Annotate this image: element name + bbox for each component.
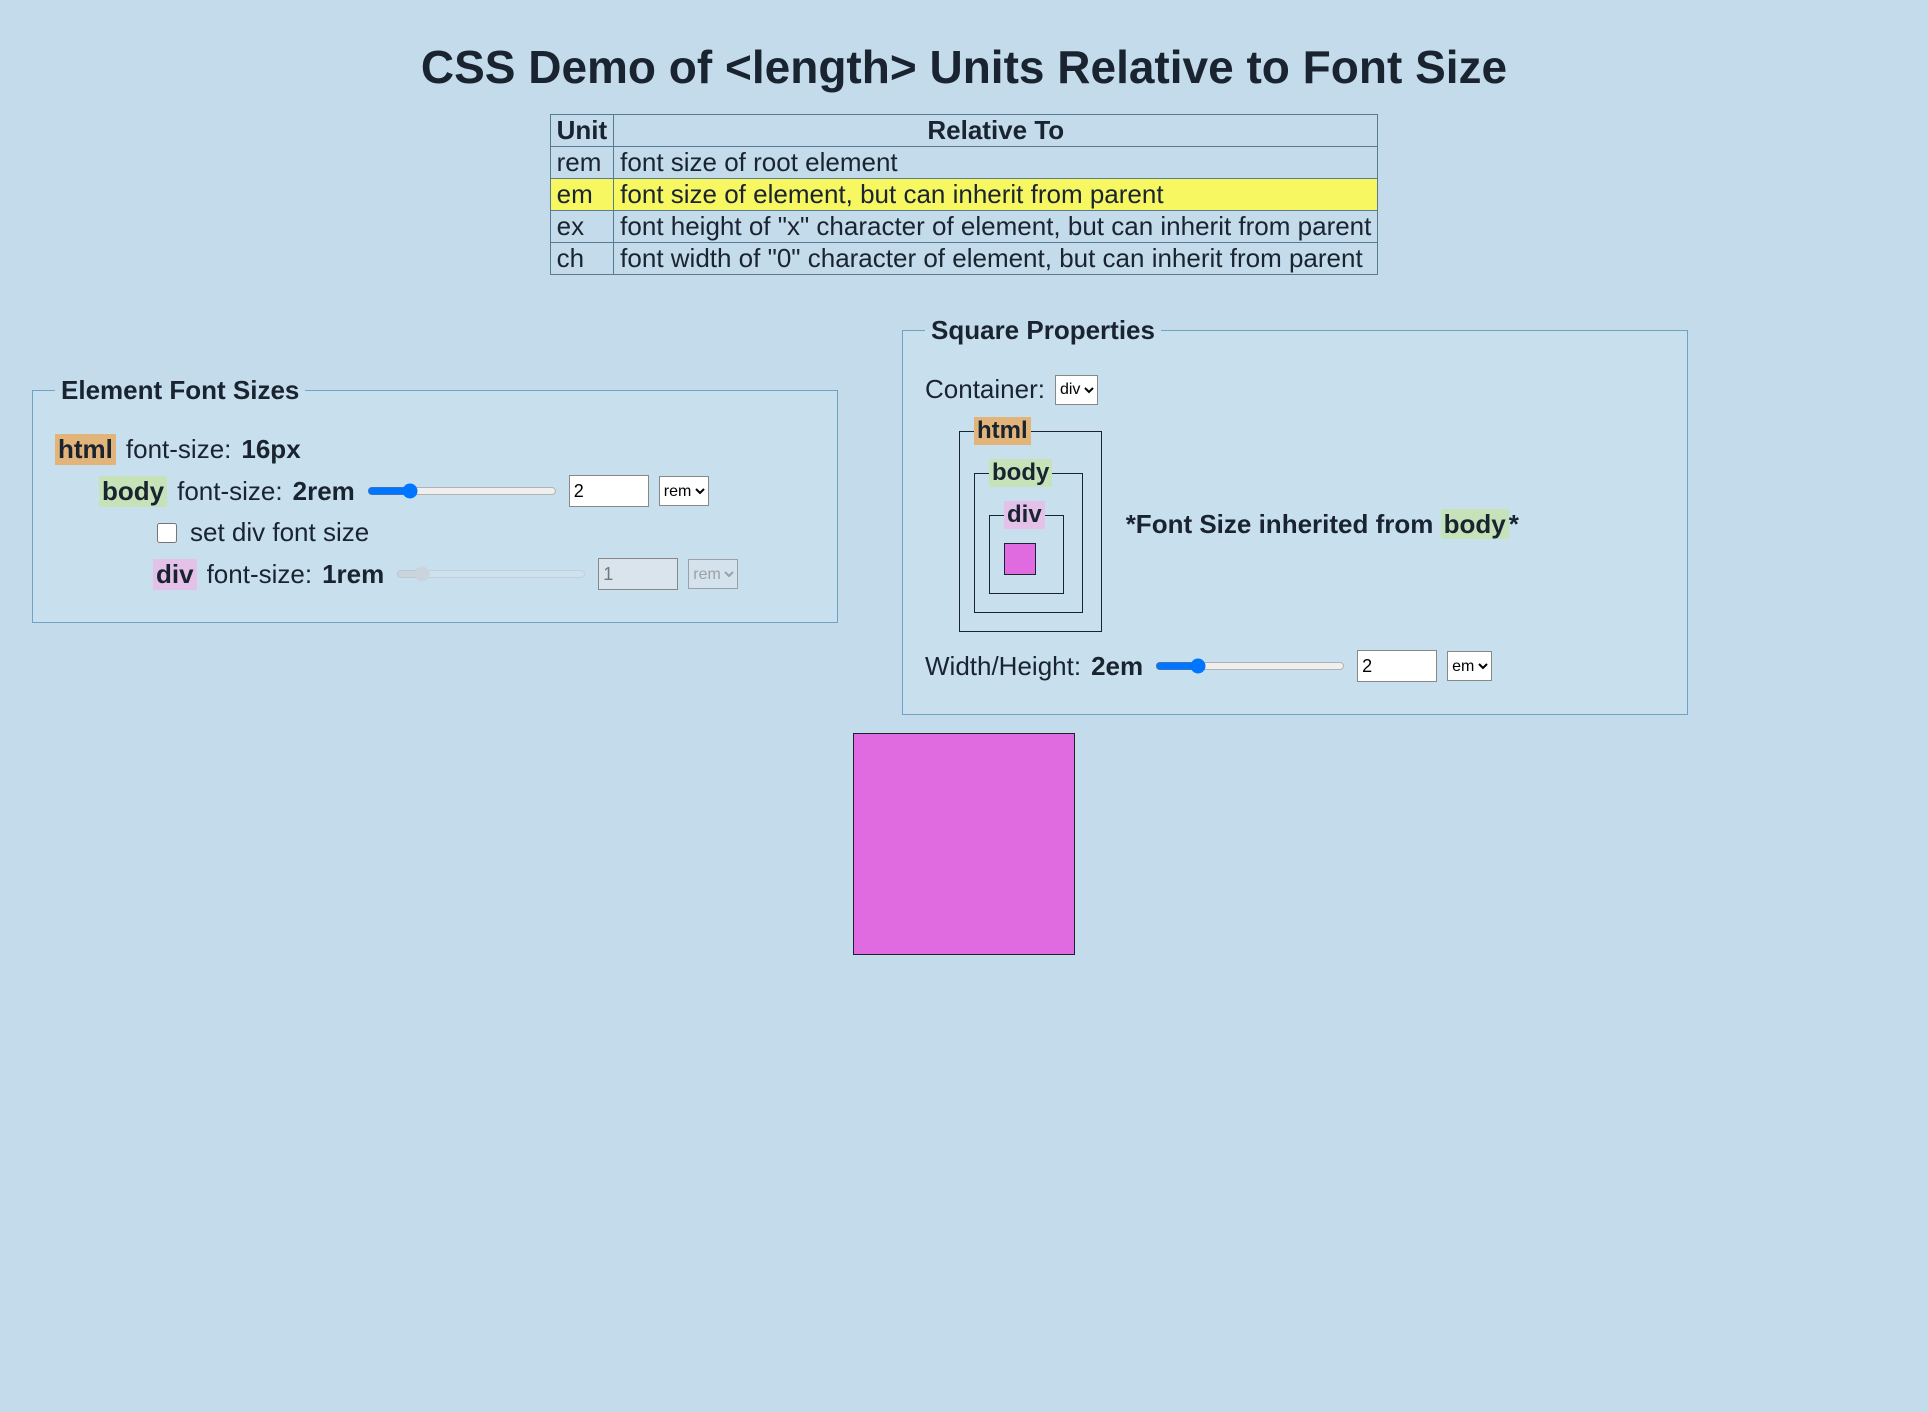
- html-font-value: 16px: [241, 434, 300, 465]
- container-row: Container: div: [925, 374, 1665, 405]
- body-font-label: font-size:: [177, 476, 283, 507]
- result-square: [853, 733, 1075, 955]
- div-font-number: [598, 558, 678, 590]
- nest-html-legend: html: [974, 417, 1031, 445]
- wh-value: 2em: [1091, 651, 1143, 682]
- square-props-legend: Square Properties: [925, 315, 1161, 346]
- wh-label: Width/Height:: [925, 651, 1081, 682]
- div-font-unit-select: rem: [688, 559, 738, 589]
- nest-div-legend: div: [1004, 501, 1045, 529]
- width-height-row: Width/Height: 2em em: [925, 650, 1665, 682]
- font-inherit-note: *Font Size inherited from body*: [1126, 509, 1519, 540]
- body-font-unit-select[interactable]: rem: [659, 476, 709, 506]
- html-font-row: html font-size: 16px: [55, 434, 815, 465]
- nest-body-legend: body: [989, 459, 1052, 487]
- html-tag-label: html: [55, 434, 116, 465]
- font-sizes-legend: Element Font Sizes: [55, 375, 305, 406]
- table-row: em font size of element, but can inherit…: [550, 179, 1378, 211]
- set-div-font-label: set div font size: [190, 517, 369, 548]
- desc-cell: font height of "x" character of element,…: [614, 211, 1378, 243]
- table-row: rem font size of root element: [550, 147, 1378, 179]
- units-table: Unit Relative To rem font size of root e…: [550, 114, 1379, 275]
- desc-cell: font width of "0" character of element, …: [614, 243, 1378, 275]
- element-font-sizes-panel: Element Font Sizes html font-size: 16px …: [32, 375, 838, 623]
- table-row: ex font height of "x" character of eleme…: [550, 211, 1378, 243]
- unit-cell: ex: [550, 211, 614, 243]
- container-label: Container:: [925, 374, 1045, 405]
- square-properties-panel: Square Properties Container: div html bo…: [902, 315, 1688, 715]
- body-font-value: 2rem: [293, 476, 355, 507]
- nest-html: html body div: [959, 417, 1102, 632]
- note-body-tag: body: [1441, 509, 1509, 539]
- div-font-slider: [396, 564, 586, 584]
- unit-cell: rem: [550, 147, 614, 179]
- inner-square-preview: [1004, 543, 1036, 575]
- div-font-row: div font-size: 1rem rem: [153, 558, 815, 590]
- note-suffix: *: [1509, 509, 1519, 539]
- set-div-checkbox-row: set div font size: [153, 517, 815, 548]
- nest-body: body div: [974, 459, 1083, 613]
- body-tag-label: body: [99, 476, 167, 507]
- nest-div: div: [989, 501, 1064, 594]
- body-font-slider[interactable]: [367, 481, 557, 501]
- body-font-row: body font-size: 2rem rem: [99, 475, 815, 507]
- desc-cell: font size of element, but can inherit fr…: [614, 179, 1378, 211]
- page-title: CSS Demo of <length> Units Relative to F…: [30, 40, 1898, 94]
- unit-cell: em: [550, 179, 614, 211]
- desc-cell: font size of root element: [614, 147, 1378, 179]
- set-div-font-checkbox[interactable]: [157, 523, 177, 543]
- th-unit: Unit: [550, 115, 614, 147]
- note-prefix: *Font Size inherited from: [1126, 509, 1441, 539]
- table-row: ch font width of "0" character of elemen…: [550, 243, 1378, 275]
- wh-number[interactable]: [1357, 650, 1437, 682]
- unit-cell: ch: [550, 243, 614, 275]
- div-font-value: 1rem: [322, 559, 384, 590]
- th-relative-to: Relative To: [614, 115, 1378, 147]
- body-font-number[interactable]: [569, 475, 649, 507]
- container-select[interactable]: div: [1055, 375, 1098, 405]
- div-font-label: font-size:: [207, 559, 313, 590]
- wh-unit-select[interactable]: em: [1447, 651, 1492, 681]
- div-tag-label: div: [153, 559, 197, 590]
- html-font-label: font-size:: [126, 434, 232, 465]
- wh-slider[interactable]: [1155, 656, 1345, 676]
